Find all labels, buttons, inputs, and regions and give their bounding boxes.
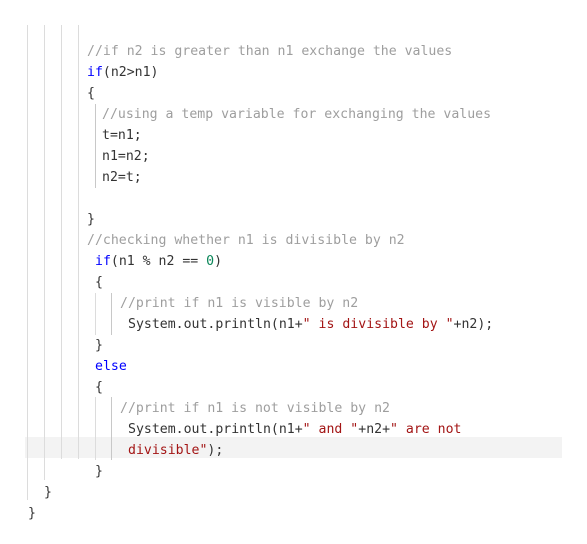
code-line-content: { bbox=[95, 377, 103, 398]
code-line[interactable]: n1=n2; bbox=[0, 146, 587, 167]
code-line[interactable]: } bbox=[0, 209, 587, 230]
code-line[interactable]: //if n2 is greater than n1 exchange the … bbox=[0, 41, 587, 62]
code-token: { bbox=[95, 380, 103, 395]
code-token: ); bbox=[207, 443, 224, 458]
code-line-content: { bbox=[95, 272, 103, 293]
code-line[interactable]: //print if n1 is visible by n2 bbox=[0, 293, 587, 314]
code-token: { bbox=[95, 275, 103, 290]
code-line[interactable]: { bbox=[0, 83, 587, 104]
code-token: n1=n2; bbox=[102, 149, 150, 164]
code-line-content: //using a temp variable for exchanging t… bbox=[102, 104, 491, 125]
code-line[interactable]: if(n1 % n2 == 0) bbox=[0, 251, 587, 272]
code-line-content: } bbox=[95, 461, 103, 482]
code-token: } bbox=[28, 506, 36, 521]
code-line-content: divisible"); bbox=[128, 440, 223, 461]
code-line[interactable]: //checking whether n1 is divisible by n2 bbox=[0, 230, 587, 251]
string-token: " is divisible by " bbox=[302, 317, 454, 332]
code-line[interactable]: { bbox=[0, 377, 587, 398]
code-token: n2=t; bbox=[102, 170, 142, 185]
code-line-content: System.out.println(n1+" and "+n2+" are n… bbox=[128, 419, 461, 440]
string-token: " are not bbox=[390, 422, 462, 437]
code-line[interactable]: t=n1; bbox=[0, 125, 587, 146]
code-token: { bbox=[87, 86, 95, 101]
code-line-content: //print if n1 is not visible by n2 bbox=[120, 398, 390, 419]
code-line-content: //if n2 is greater than n1 exchange the … bbox=[87, 41, 452, 62]
code-line[interactable]: { bbox=[0, 272, 587, 293]
code-token: } bbox=[44, 485, 52, 500]
code-editor[interactable]: //if n2 is greater than n1 exchange the … bbox=[0, 0, 587, 544]
code-line-content: System.out.println(n1+" is divisible by … bbox=[128, 314, 493, 335]
comment-token: //if n2 is greater than n1 exchange the … bbox=[87, 44, 453, 59]
code-line-content: } bbox=[44, 482, 52, 503]
code-token: +n2); bbox=[453, 317, 494, 332]
code-line-content: } bbox=[28, 503, 36, 524]
code-line-content: n1=n2; bbox=[102, 146, 150, 167]
code-token: System.out.println(n1+ bbox=[128, 317, 303, 332]
code-line-content: t=n1; bbox=[102, 125, 142, 146]
code-line[interactable]: n2=t; bbox=[0, 167, 587, 188]
code-line[interactable]: if(n2>n1) bbox=[0, 62, 587, 83]
code-line[interactable]: } bbox=[0, 482, 587, 503]
keyword-token: else bbox=[95, 359, 127, 374]
code-token: } bbox=[95, 338, 103, 353]
code-line-content: } bbox=[95, 335, 103, 356]
comment-token: //using a temp variable for exchanging t… bbox=[102, 107, 492, 122]
comment-token: //print if n1 is not visible by n2 bbox=[120, 401, 390, 416]
code-line[interactable]: System.out.println(n1+" is divisible by … bbox=[0, 314, 587, 335]
keyword-token: if bbox=[87, 65, 103, 80]
code-line[interactable]: System.out.println(n1+" and "+n2+" are n… bbox=[0, 419, 587, 440]
code-line-content: if(n1 % n2 == 0) bbox=[95, 251, 222, 272]
code-line[interactable]: } bbox=[0, 503, 587, 524]
code-line-content: //print if n1 is visible by n2 bbox=[120, 293, 358, 314]
code-token: +n2+ bbox=[358, 422, 391, 437]
code-token: (n1 % n2 == bbox=[110, 254, 207, 269]
code-token: t=n1; bbox=[102, 128, 142, 143]
code-line-content: else bbox=[95, 356, 127, 377]
comment-token: //checking whether n1 is divisible by n2 bbox=[87, 233, 405, 248]
comment-token: //print if n1 is visible by n2 bbox=[120, 296, 359, 311]
code-line-content: } bbox=[87, 209, 95, 230]
string-token: " and " bbox=[302, 422, 359, 437]
code-line[interactable] bbox=[0, 188, 587, 209]
code-token: } bbox=[87, 212, 95, 227]
code-line-content: if(n2>n1) bbox=[87, 62, 158, 83]
code-line[interactable]: divisible"); bbox=[0, 440, 587, 461]
code-line-content: n2=t; bbox=[102, 167, 142, 188]
code-line[interactable]: } bbox=[0, 461, 587, 482]
code-line-content: { bbox=[87, 83, 95, 104]
keyword-token: if bbox=[95, 254, 111, 269]
code-line[interactable] bbox=[0, 20, 587, 41]
code-token: } bbox=[95, 464, 103, 479]
code-line[interactable]: } bbox=[0, 335, 587, 356]
code-token: System.out.println(n1+ bbox=[128, 422, 303, 437]
code-line[interactable]: //print if n1 is not visible by n2 bbox=[0, 398, 587, 419]
string-token: divisible" bbox=[128, 443, 208, 458]
code-token: (n2>n1) bbox=[102, 65, 159, 80]
number-token: 0 bbox=[206, 254, 215, 269]
code-line[interactable]: //using a temp variable for exchanging t… bbox=[0, 104, 587, 125]
code-line[interactable]: else bbox=[0, 356, 587, 377]
code-token: ) bbox=[214, 254, 223, 269]
code-line-content: //checking whether n1 is divisible by n2 bbox=[87, 230, 405, 251]
